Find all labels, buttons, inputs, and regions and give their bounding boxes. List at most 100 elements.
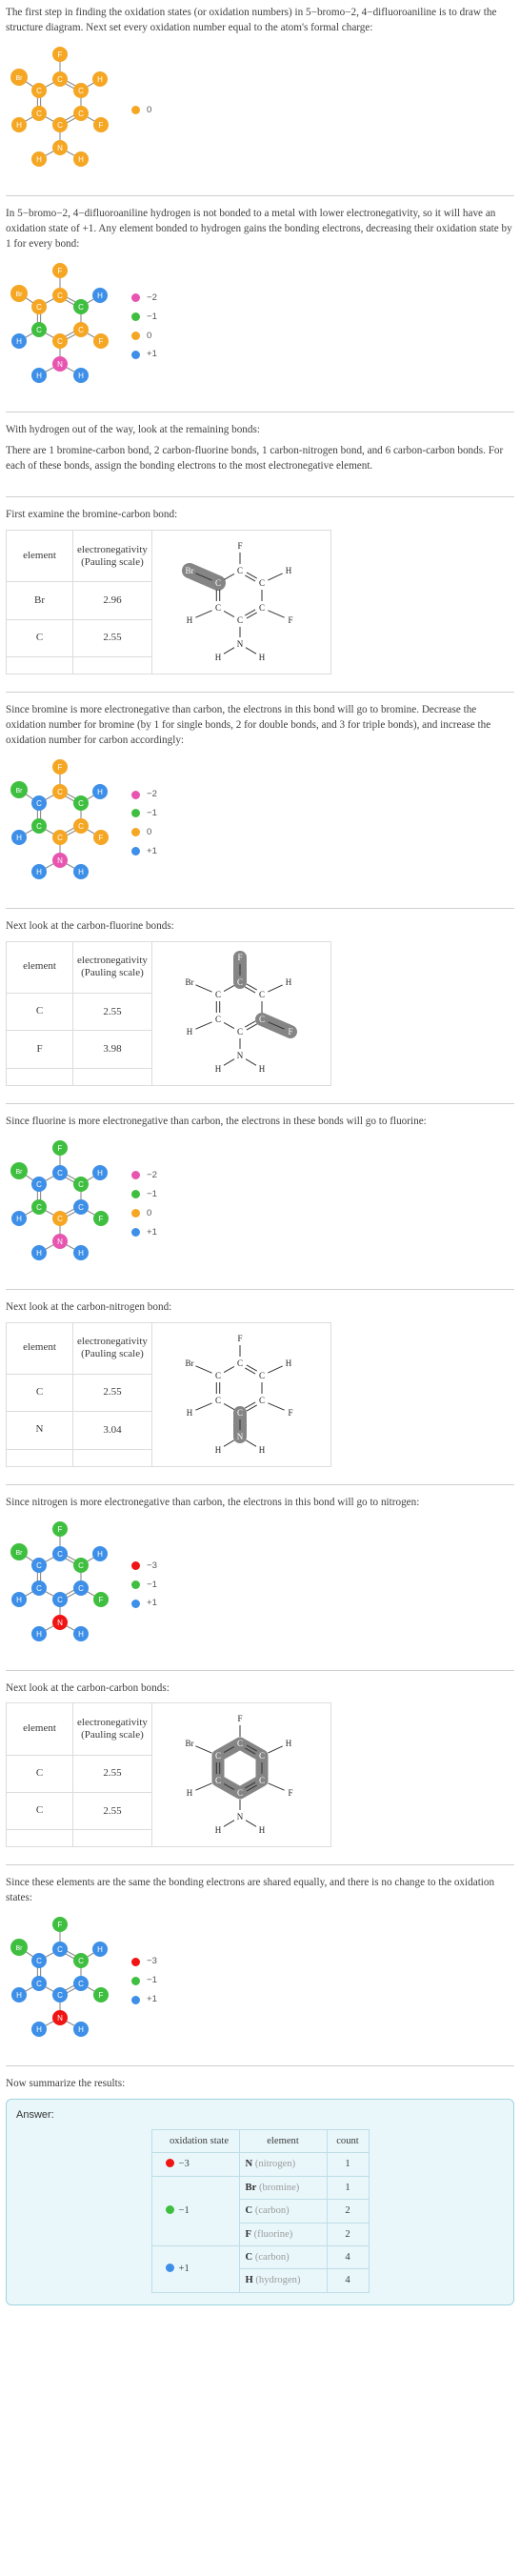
oxidation-state-value: −1 (178, 2205, 190, 2217)
svg-text:F: F (238, 953, 243, 962)
step-6-section: Next look at the carbon-fluorine bonds: … (6, 919, 514, 1094)
header-line-1: electronegativity (77, 1716, 148, 1728)
svg-text:H: H (78, 371, 84, 379)
legend-item: +1 (131, 1226, 162, 1239)
svg-text:H: H (215, 1445, 222, 1455)
svg-text:H: H (187, 1027, 193, 1036)
header-line-1: electronegativity (77, 543, 148, 555)
svg-text:F: F (238, 541, 243, 551)
element-name: (hydrogen) (255, 2275, 301, 2286)
oxidation-state-color-dot (165, 2205, 174, 2215)
answer-element-cell: H (hydrogen) (238, 2268, 328, 2293)
cell-value: 2.96 (72, 581, 152, 620)
element-name: (nitrogen) (254, 2159, 296, 2170)
legend-item: −1 (131, 1188, 162, 1201)
svg-text:F: F (99, 834, 104, 842)
cell-element: C (6, 1373, 73, 1413)
header-electronegativity: electronegativity (Pauling scale) (72, 530, 152, 583)
svg-text:C: C (237, 977, 243, 987)
svg-text:H: H (286, 1740, 292, 1749)
legend-color-dot (131, 1580, 140, 1589)
svg-text:H: H (259, 653, 266, 662)
svg-text:C: C (57, 1215, 63, 1223)
svg-text:C: C (36, 1957, 42, 1965)
legend-label: −1 (147, 1188, 157, 1199)
svg-text:H: H (215, 1826, 222, 1836)
step-5-text: Since bromine is more electronegative th… (6, 704, 491, 746)
svg-text:C: C (57, 1945, 63, 1954)
svg-text:Br: Br (16, 1549, 24, 1556)
header-line-1: electronegativity (77, 955, 148, 967)
svg-text:F: F (58, 50, 63, 59)
electronegativity-table-c-c-wrap: element electronegativity (Pauling scale… (6, 1702, 514, 1848)
electronegativity-table-br-c: element electronegativity (Pauling scale… (6, 530, 331, 675)
svg-text:H: H (187, 615, 193, 625)
legend-label: +1 (147, 1226, 157, 1238)
element-symbol: Br (245, 2182, 257, 2193)
answer-count-cell: 4 (326, 2244, 370, 2270)
header-electronegativity: electronegativity (Pauling scale) (72, 940, 152, 994)
divider (6, 496, 514, 498)
svg-text:N: N (57, 1238, 63, 1246)
molecule-row-2: F Br C C C H C C H C F N H H −2 −1 0 +1 (8, 259, 514, 391)
legend-item: −1 (131, 807, 162, 820)
legend-label: 0 (147, 330, 152, 341)
legend-item: +1 (131, 845, 162, 858)
svg-text:H: H (97, 1169, 103, 1177)
electronegativity-table-c-n-wrap: element electronegativity (Pauling scale… (6, 1321, 514, 1467)
svg-text:C: C (259, 603, 265, 613)
svg-text:H: H (16, 1991, 22, 2000)
svg-text:F: F (289, 615, 293, 625)
header-element: element (6, 530, 73, 583)
svg-text:C: C (237, 1408, 243, 1418)
legend-item: −3 (131, 1955, 162, 1968)
electronegativity-table-c-c: element electronegativity (Pauling scale… (6, 1702, 331, 1848)
answer-box: Answer: oxidation state element count −3 N (… (6, 2099, 514, 2305)
svg-text:H: H (187, 1408, 193, 1418)
svg-text:F: F (99, 121, 104, 130)
legend-item: −2 (131, 788, 162, 801)
answer-count-cell: 4 (326, 2268, 370, 2293)
svg-text:N: N (57, 856, 63, 865)
answer-oxidation-state-cell: −3 (150, 2152, 240, 2177)
svg-text:C: C (36, 110, 42, 118)
svg-text:F: F (289, 1789, 293, 1799)
svg-text:H: H (97, 1945, 103, 1954)
cell-element: F (6, 1030, 73, 1069)
step-8-section: Next look at the carbon-nitrogen bond: e… (6, 1300, 514, 1475)
header-line-2: (Pauling scale) (81, 555, 144, 568)
element-symbol: F (245, 2228, 251, 2240)
divider (6, 907, 514, 909)
table-row-header: element electronegativity (Pauling scale… (6, 1321, 331, 1467)
ball-stick-molecule-after-bromine: F Br C C C H C C H C F N H H (8, 755, 118, 887)
svg-text:H: H (78, 1249, 84, 1258)
legend-label: −3 (147, 1560, 157, 1571)
answer-count-cell: 2 (326, 2199, 370, 2224)
legend-label: −2 (147, 789, 157, 800)
structure-diagram-c-n: F F Br Br C C C C C C H H C C C C H H C F F N H H H H (154, 1325, 329, 1464)
svg-text:F: F (238, 1715, 243, 1724)
svg-text:F: F (58, 763, 63, 772)
svg-text:N: N (57, 359, 63, 368)
svg-text:C: C (36, 822, 42, 831)
svg-text:C: C (259, 1371, 265, 1380)
step-4-section: First examine the bromine-carbon bond: e… (6, 508, 514, 682)
ball-stick-molecule-final: F Br C C C H C C H C F N H H (8, 1913, 118, 2044)
legend-color-dot (131, 1995, 140, 2004)
element-symbol: C (245, 2205, 253, 2217)
legend-color-dot (131, 790, 140, 799)
divider (6, 1288, 514, 1290)
svg-text:H: H (215, 653, 222, 662)
step-5-section: Since bromine is more electronegative th… (6, 703, 514, 898)
svg-text:C: C (78, 1583, 84, 1592)
cell-empty (72, 1829, 152, 1848)
svg-text:C: C (36, 1980, 42, 1988)
step-7-text: Since fluorine is more electronegative t… (6, 1115, 427, 1127)
divider (6, 2065, 514, 2067)
legend-3: −2 −1 0 +1 (131, 784, 162, 858)
ball-stick-molecule-initial: F Br C C C H C C H C F N H H (8, 43, 118, 174)
svg-text:C: C (36, 325, 42, 333)
svg-text:F: F (58, 1144, 63, 1153)
svg-text:Br: Br (186, 1358, 194, 1368)
element-symbol: C (245, 2251, 253, 2263)
